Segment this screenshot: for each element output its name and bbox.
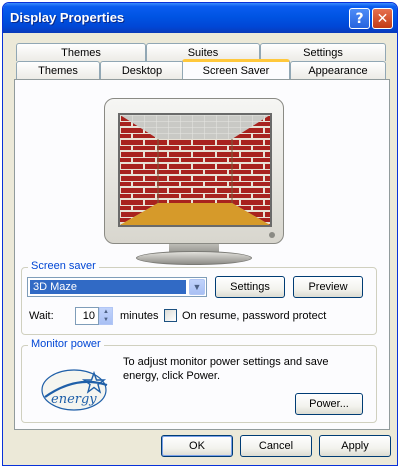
tab-label: Suites: [187, 46, 219, 59]
display-properties-window: Display Properties ? ✕ Themes Suites Set…: [2, 2, 398, 466]
ok-button[interactable]: OK: [161, 435, 233, 457]
apply-button[interactable]: Apply: [319, 435, 391, 457]
preview-button-label: Preview: [308, 281, 348, 293]
dropdown-arrow-icon[interactable]: ▼: [189, 279, 205, 295]
spin-up-icon[interactable]: ▲: [103, 308, 109, 316]
preview-button[interactable]: Preview: [293, 276, 363, 298]
password-protect-label[interactable]: On resume, password protect: [182, 310, 326, 322]
tab-label: Appearance: [308, 64, 368, 77]
tab-desktop[interactable]: Desktop: [100, 61, 184, 79]
close-button[interactable]: ✕: [372, 8, 393, 29]
help-button[interactable]: ?: [349, 8, 370, 29]
settings-button[interactable]: Settings: [215, 276, 285, 298]
close-icon: ✕: [376, 10, 389, 27]
preview-area: [3, 79, 397, 279]
monitor-power-group-label: Monitor power: [28, 338, 104, 350]
password-protect-checkbox[interactable]: [164, 309, 177, 322]
tab-label: Settings: [303, 46, 343, 59]
maze-preview-screen: [118, 113, 272, 227]
wait-minutes-input[interactable]: 10: [75, 307, 99, 325]
tab-themes[interactable]: Themes: [16, 61, 100, 79]
screen-saver-selected-value: 3D Maze: [30, 280, 186, 294]
maze-preview-image: [120, 115, 270, 225]
tab-appearance[interactable]: Appearance: [290, 61, 386, 79]
settings-button-label: Settings: [230, 281, 270, 293]
screen-saver-group-label: Screen saver: [28, 260, 99, 272]
tab-label: Desktop: [121, 64, 163, 77]
window-title: Display Properties: [10, 10, 125, 25]
monitor-stand-base: [136, 251, 252, 265]
monitor-preview: [104, 98, 284, 244]
tab-label: Screen Saver: [202, 64, 270, 77]
wait-spinner[interactable]: ▲ ▼: [99, 307, 113, 325]
apply-button-label: Apply: [341, 440, 369, 452]
wait-label: Wait:: [29, 310, 54, 322]
monitor-power-indicator: [269, 232, 275, 238]
energy-star-logo-image: energy: [41, 369, 108, 411]
power-button[interactable]: Power...: [295, 393, 363, 415]
tab-label: Themes: [61, 46, 101, 59]
screen-saver-select[interactable]: 3D Maze ▼: [27, 277, 207, 297]
power-button-label: Power...: [309, 398, 349, 410]
monitor-power-description: To adjust monitor power settings and sav…: [123, 356, 329, 382]
title-bar[interactable]: Display Properties ? ✕: [3, 3, 397, 33]
minutes-label: minutes: [120, 310, 159, 322]
spin-down-icon[interactable]: ▼: [103, 316, 109, 324]
energy-logo-text: energy: [51, 392, 97, 407]
ok-button-label: OK: [189, 440, 205, 452]
tab-label: Themes: [38, 64, 78, 77]
cancel-button[interactable]: Cancel: [240, 435, 312, 457]
energy-star-logo: energy: [41, 367, 111, 413]
tab-screen-saver[interactable]: Screen Saver: [182, 59, 290, 79]
cancel-button-label: Cancel: [258, 440, 294, 452]
tab-themes-back[interactable]: Themes: [16, 43, 146, 61]
help-icon: ?: [355, 10, 364, 27]
